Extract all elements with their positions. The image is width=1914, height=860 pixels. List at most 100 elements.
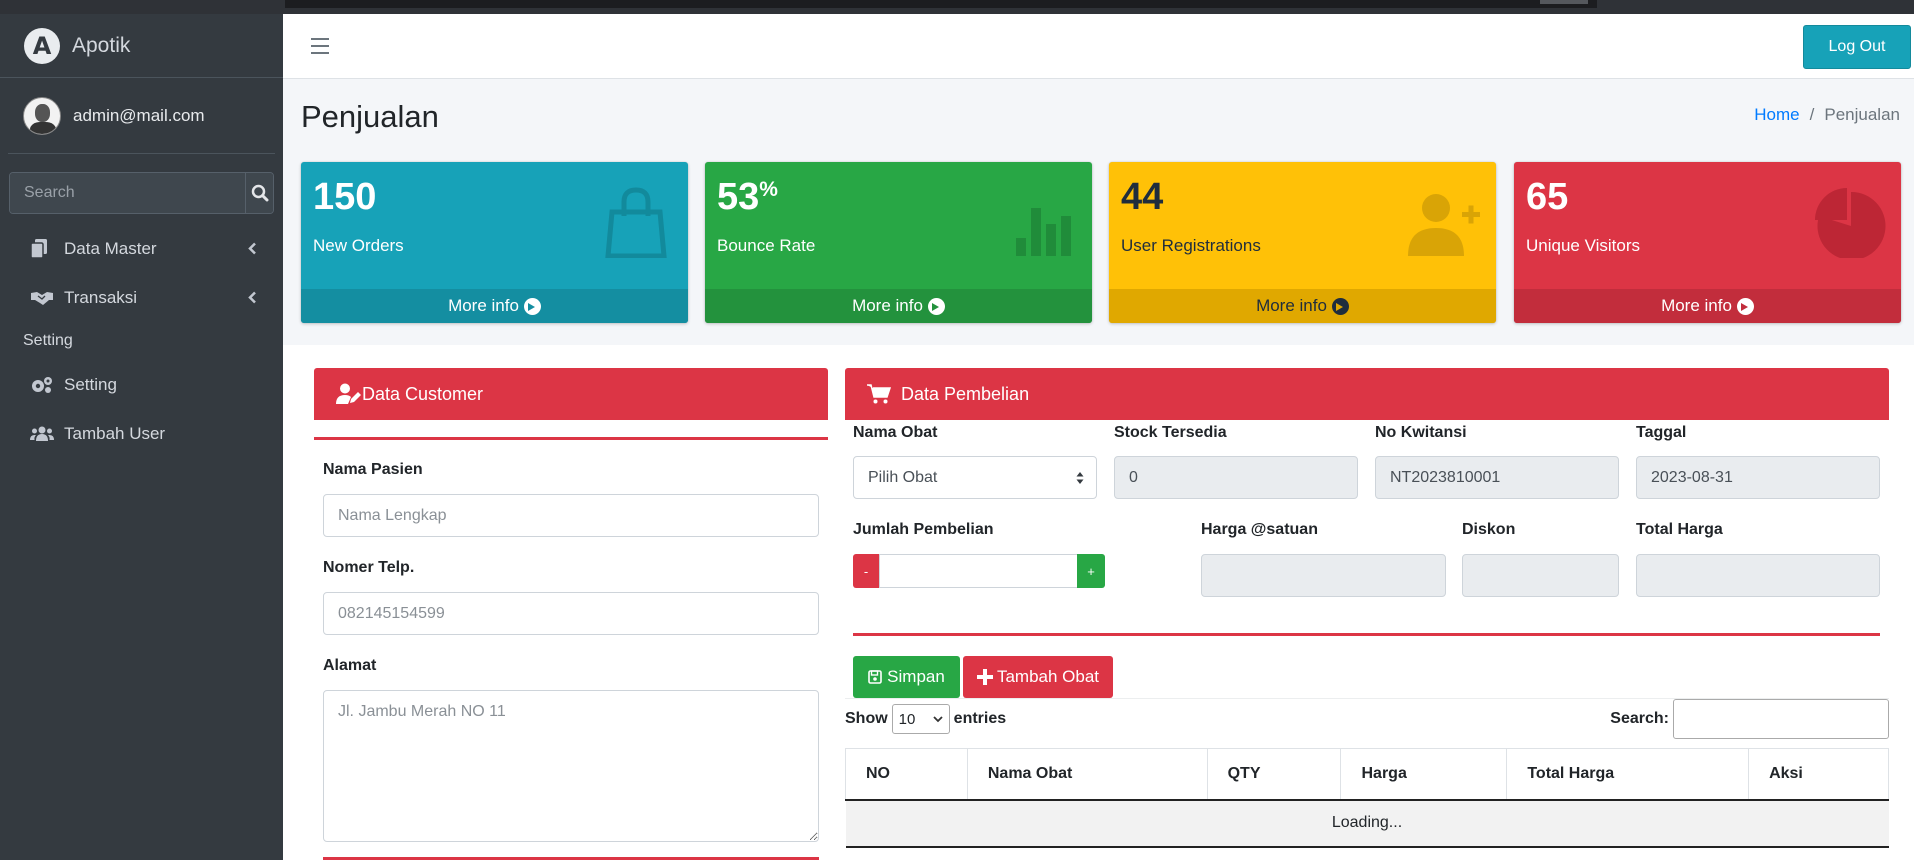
handshake-icon: [30, 290, 54, 306]
more-info-link[interactable]: More info: [1109, 289, 1496, 323]
sidebar-search-button[interactable]: [245, 173, 273, 213]
sidebar-header-setting: Setting: [23, 332, 73, 349]
alamat-textarea[interactable]: [323, 690, 819, 842]
column-header-harga[interactable]: Harga: [1340, 748, 1508, 801]
simpan-label: Simpan: [887, 667, 945, 686]
plus-icon: [976, 669, 993, 685]
sidebar-item-tambah-user[interactable]: Tambah User: [0, 409, 283, 458]
column-header-qty[interactable]: QTY: [1206, 748, 1342, 801]
card-header: Data Customer: [314, 368, 828, 420]
kwitansi-label: No Kwitansi: [1375, 424, 1467, 441]
entries-select[interactable]: 10: [891, 704, 950, 734]
tambah-obat-label: Tambah Obat: [996, 667, 1100, 686]
content-header: Penjualan Home / Penjualan: [283, 79, 1914, 159]
table-header-row: NO Nama Obat QTY Harga Total Harga Aksi: [845, 748, 1889, 801]
page-title: Penjualan: [301, 99, 439, 134]
sidebar-search: [9, 172, 274, 214]
user-plus-icon: [1408, 194, 1480, 256]
top-navbar: Log Out: [283, 14, 1914, 79]
card-title: Data Pembelian: [901, 383, 1030, 404]
nomer-telp-label: Nomer Telp.: [323, 559, 415, 576]
nama-pasien-input[interactable]: [323, 494, 819, 537]
column-header-no[interactable]: NO: [845, 748, 968, 801]
stat-label: User Registrations: [1121, 236, 1261, 255]
stock-label: Stock Tersedia: [1114, 424, 1227, 441]
stat-box-unique-visitors: 65 Unique Visitors More info: [1514, 162, 1901, 323]
stat-box-bounce-rate: 53% Bounce Rate More info: [705, 162, 1092, 323]
breadcrumb-home[interactable]: Home: [1754, 105, 1799, 124]
nama-obat-selected: Pilih Obat: [868, 468, 938, 486]
tanggal-input[interactable]: 2023-08-31: [1636, 456, 1880, 499]
harga-satuan-input[interactable]: [1201, 554, 1446, 597]
nama-obat-select[interactable]: Pilih Obat: [853, 456, 1097, 499]
logout-button[interactable]: Log Out: [1803, 25, 1911, 69]
stat-label: New Orders: [313, 236, 404, 255]
sidebar-item-label: Data Master: [64, 238, 157, 258]
breadcrumb-separator: /: [1809, 105, 1815, 124]
shopping-bag-icon: [605, 187, 667, 258]
alamat-label: Alamat: [323, 657, 377, 674]
data-customer-card: Data Customer Nama Pasien Nomer Telp. Al…: [314, 368, 828, 860]
kwitansi-input[interactable]: NT2023810001: [1375, 456, 1619, 499]
column-header-total-harga[interactable]: Total Harga: [1506, 748, 1750, 801]
user-edit-icon: [336, 383, 361, 404]
column-header-nama-obat[interactable]: Nama Obat: [966, 748, 1208, 801]
diskon-input[interactable]: [1462, 554, 1619, 597]
arrow-circle-right-icon: [523, 297, 541, 315]
sidebar-search-input[interactable]: [10, 173, 245, 213]
pembelian-table: NO Nama Obat QTY Harga Total Harga Aksi …: [845, 748, 1889, 848]
breadcrumb-current: Penjualan: [1824, 105, 1900, 124]
stat-box-new-orders: 150 New Orders More info: [301, 162, 688, 323]
select-caret-icon: [1076, 472, 1084, 484]
sidebar-item-data-master[interactable]: Data Master: [0, 224, 283, 273]
breadcrumb: Home / Penjualan: [1754, 105, 1900, 125]
table-search-label: Search:: [1610, 710, 1669, 727]
bar-chart-icon: [1016, 208, 1071, 256]
table-row: Loading...: [845, 799, 1889, 848]
tanggal-label: Taggal: [1636, 424, 1687, 441]
stock-input[interactable]: 0: [1114, 456, 1358, 499]
avatar: [23, 96, 61, 135]
card-divider: [853, 633, 1880, 636]
brand-text: Apotik: [72, 33, 131, 57]
sidebar-item-transaksi[interactable]: Transaksi: [0, 273, 283, 322]
stat-value: 150: [313, 176, 377, 218]
jumlah-input[interactable]: [879, 554, 1078, 588]
nama-obat-label: Nama Obat: [853, 424, 938, 441]
tambah-obat-button[interactable]: Tambah Obat: [963, 656, 1113, 698]
table-search-input[interactable]: [1673, 699, 1889, 739]
more-info-link[interactable]: More info: [705, 289, 1092, 323]
nama-pasien-label: Nama Pasien: [323, 461, 423, 478]
stat-value: 53%: [717, 176, 778, 218]
stat-value: 65: [1526, 176, 1569, 218]
hamburger-menu-icon[interactable]: [311, 38, 329, 54]
qty-plus-button[interactable]: +: [1077, 554, 1105, 588]
card-divider: [314, 437, 828, 440]
qty-minus-button[interactable]: -: [853, 554, 879, 588]
pie-chart-icon: [1815, 188, 1886, 258]
show-label: Show: [845, 710, 888, 727]
table-loading: Loading...: [845, 799, 1889, 848]
sidebar-item-label: Transaksi: [64, 287, 138, 307]
column-header-aksi[interactable]: Aksi: [1748, 748, 1889, 801]
total-harga-input[interactable]: [1636, 554, 1880, 597]
more-info-link[interactable]: More info: [1514, 289, 1901, 323]
brand-logo-icon: A: [24, 27, 60, 64]
more-info-link[interactable]: More info: [301, 289, 688, 323]
data-pembelian-card: Data Pembelian Nama Obat Pilih Obat Stoc…: [845, 368, 1889, 860]
simpan-button[interactable]: Simpan: [853, 656, 960, 698]
user-email[interactable]: admin@mail.com: [73, 106, 205, 126]
chevron-down-icon: [933, 716, 943, 723]
total-harga-label: Total Harga: [1636, 521, 1723, 538]
brand-link[interactable]: A Apotik: [0, 14, 283, 78]
jumlah-label: Jumlah Pembelian: [853, 521, 994, 538]
copy-icon: [30, 238, 54, 259]
stat-value: 44: [1121, 176, 1164, 218]
shopping-cart-icon: [867, 384, 891, 404]
stat-label: Bounce Rate: [717, 236, 816, 255]
user-panel[interactable]: admin@mail.com: [8, 78, 275, 154]
nomer-telp-input[interactable]: [323, 592, 819, 635]
entries-value: 10: [898, 710, 916, 728]
sidebar-item-setting[interactable]: Setting: [0, 360, 283, 409]
arrow-circle-right-icon: [1331, 297, 1349, 315]
